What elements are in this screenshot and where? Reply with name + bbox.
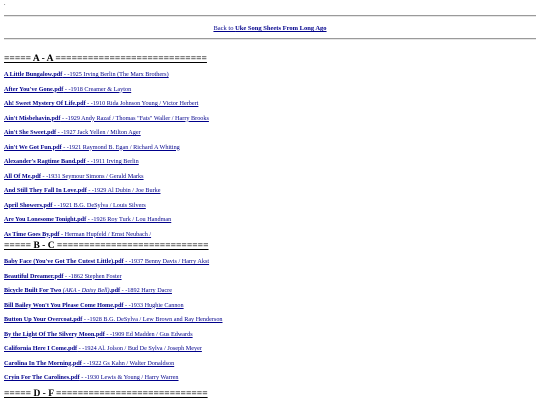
song-link[interactable]: All Of Me.pdf - -1931 Seymour Simons / G… (4, 172, 144, 181)
song-link[interactable]: Baby Face (You've Got The Cutest Little)… (4, 257, 209, 266)
song-file-name: As Time Goes By.pdf (4, 230, 60, 238)
song-file-ext: .pdf (109, 287, 121, 294)
song-info: - -1909 Ed Madden / Gus Edwards (104, 330, 193, 338)
song-info: - -1930 Lewis & Young / Harry Warren (79, 374, 179, 381)
song-info: - -1924 Al. Jolson / Bud De Sylva / Jose… (77, 345, 202, 352)
song-link[interactable]: Alexander's Ragtime Band.pdf - -1911 Irv… (4, 157, 139, 166)
song-link[interactable]: April Showers.pdf - -1921 B.G. DeSylva /… (4, 201, 146, 210)
back-link-row: Back to Uke Song Sheets From Long Ago (0, 24, 540, 34)
song-file-name: All Of Me.pdf (4, 172, 41, 180)
song-link[interactable]: After You've Gone.pdf - -1918 Creamer & … (4, 85, 131, 94)
song-info: - -1927 Jack Yellen / Milton Ager (56, 129, 141, 136)
song-info: - -1926 Roy Turk / Lou Handman (86, 216, 172, 223)
song-link[interactable]: And Still They Fall In Love.pdf - -1929 … (4, 186, 161, 195)
song-file-name: Baby Face (You've Got The Cutest Little)… (4, 258, 124, 265)
song-link[interactable]: Are You Lonesome Tonight.pdf - -1926 Roy… (4, 215, 171, 224)
song-link[interactable]: Ain't Misbehavin.pdf - -1929 Andy Razaf … (4, 114, 209, 123)
song-file-name: Ain't She Sweet.pdf (4, 129, 57, 136)
song-link[interactable]: Carolina In The Morning.pdf - -1922 Gs K… (4, 359, 174, 368)
bottom-divider (4, 38, 536, 40)
song-file-name: And Still They Fall In Love.pdf (4, 187, 87, 194)
song-info: - -1929 Andy Razaf / Thomas "Fats" Walle… (60, 114, 209, 122)
song-link[interactable]: California Here I Come.pdf - -1924 Al. J… (4, 344, 202, 353)
song-link[interactable]: Ain't We Got Fun.pdf - -1921 Raymond B. … (4, 143, 180, 152)
top-divider (4, 15, 536, 17)
song-info: - -1862 Stephen Foster (63, 272, 122, 280)
song-file-name: Carolina In The Morning.pdf (4, 359, 82, 367)
song-file-name: After You've Gone.pdf (4, 85, 64, 93)
song-info: - Herman Hupfeld / Ernst Neubach / (59, 230, 152, 238)
section-heading: ===== A - A ============================ (4, 54, 207, 64)
song-info: - -1921 B.G. DeSylva / Louis Silvers (52, 201, 146, 209)
song-info: - -1925 Irving Berlin (The Marx Brothers… (62, 71, 169, 78)
section-heading: ===== B - C ============================ (4, 241, 209, 251)
song-info: - -1933 Hughie Cannon (123, 301, 184, 309)
song-link[interactable]: Button Up Your Overcoat.pdf - -1928 B.G.… (4, 315, 223, 324)
song-info: - -1928 B.G. DeSylva / Lew Brown and Ray… (82, 316, 223, 323)
song-file-name: Button Up Your Overcoat.pdf (4, 316, 83, 323)
song-aka: (AKA - Daisy Bell) (62, 287, 110, 294)
song-file-name: Ain't Misbehavin.pdf (4, 114, 61, 122)
section-heading: ===== D - F ============================ (4, 389, 208, 399)
song-link[interactable]: By the Light Of The Silvery Moon.pdf - -… (4, 330, 193, 339)
song-file-name: Bill Bailey Won't You Please Come Home.p… (4, 301, 124, 309)
song-link[interactable]: Bill Bailey Won't You Please Come Home.p… (4, 301, 184, 310)
song-link[interactable]: As Time Goes By.pdf - Herman Hupfeld / E… (4, 230, 151, 239)
song-file-name: A Little Bungalow.pdf (4, 71, 63, 78)
song-info: - -1922 Gs Kahn / Walter Donaldson (81, 359, 175, 367)
song-link[interactable]: Ain't She Sweet.pdf - -1927 Jack Yellen … (4, 128, 141, 137)
song-info: - -1921 Raymond B. Egan / Richard A Whit… (61, 143, 180, 151)
song-file-name: Alexander's Ragtime Band.pdf (4, 158, 86, 165)
song-link[interactable]: Cryin For The Carolines.pdf - -1930 Lewi… (4, 373, 179, 382)
song-file-name: Ain't We Got Fun.pdf (4, 143, 62, 151)
song-link[interactable]: Ah! Sweet Mystery Of Life.pdf - -1910 Ri… (4, 99, 198, 108)
song-file-name: California Here I Come.pdf (4, 345, 78, 352)
song-info: - -1929 Al Dubin / Joe Burke (86, 187, 161, 194)
song-info: - -1931 Seymour Simons / Gerald Marks (40, 172, 144, 180)
song-info: - -1911 Irving Berlin (85, 158, 139, 165)
song-file-name: Bicycle Built For Two (4, 287, 63, 294)
song-file-name: April Showers.pdf (4, 201, 53, 209)
top-mark: . (4, 1, 6, 7)
song-file-name: By the Light Of The Silvery Moon.pdf (4, 330, 105, 338)
song-file-name: Cryin For The Carolines.pdf (4, 374, 80, 381)
back-link[interactable]: Back to Uke Song Sheets From Long Ago (213, 25, 326, 32)
song-link[interactable]: A Little Bungalow.pdf - -1925 Irving Ber… (4, 70, 169, 79)
song-info: - -1892 Harry Dacre (120, 287, 172, 294)
song-file-name: Are You Lonesome Tonight.pdf (4, 216, 87, 223)
song-file-name: Ah! Sweet Mystery Of Life.pdf (4, 100, 86, 107)
song-info: - -1918 Creamer & Layton (63, 85, 132, 93)
song-info: - -1937 Benny Davis / Harry Akst (123, 258, 210, 265)
song-link[interactable]: Beautiful Dreamer.pdf - -1862 Stephen Fo… (4, 272, 122, 281)
song-info: - -1910 Rida Johnson Young / Victor Herb… (85, 100, 199, 107)
song-file-name: Beautiful Dreamer.pdf (4, 272, 64, 280)
song-link[interactable]: Bicycle Built For Two (AKA - Daisy Bell)… (4, 286, 172, 295)
